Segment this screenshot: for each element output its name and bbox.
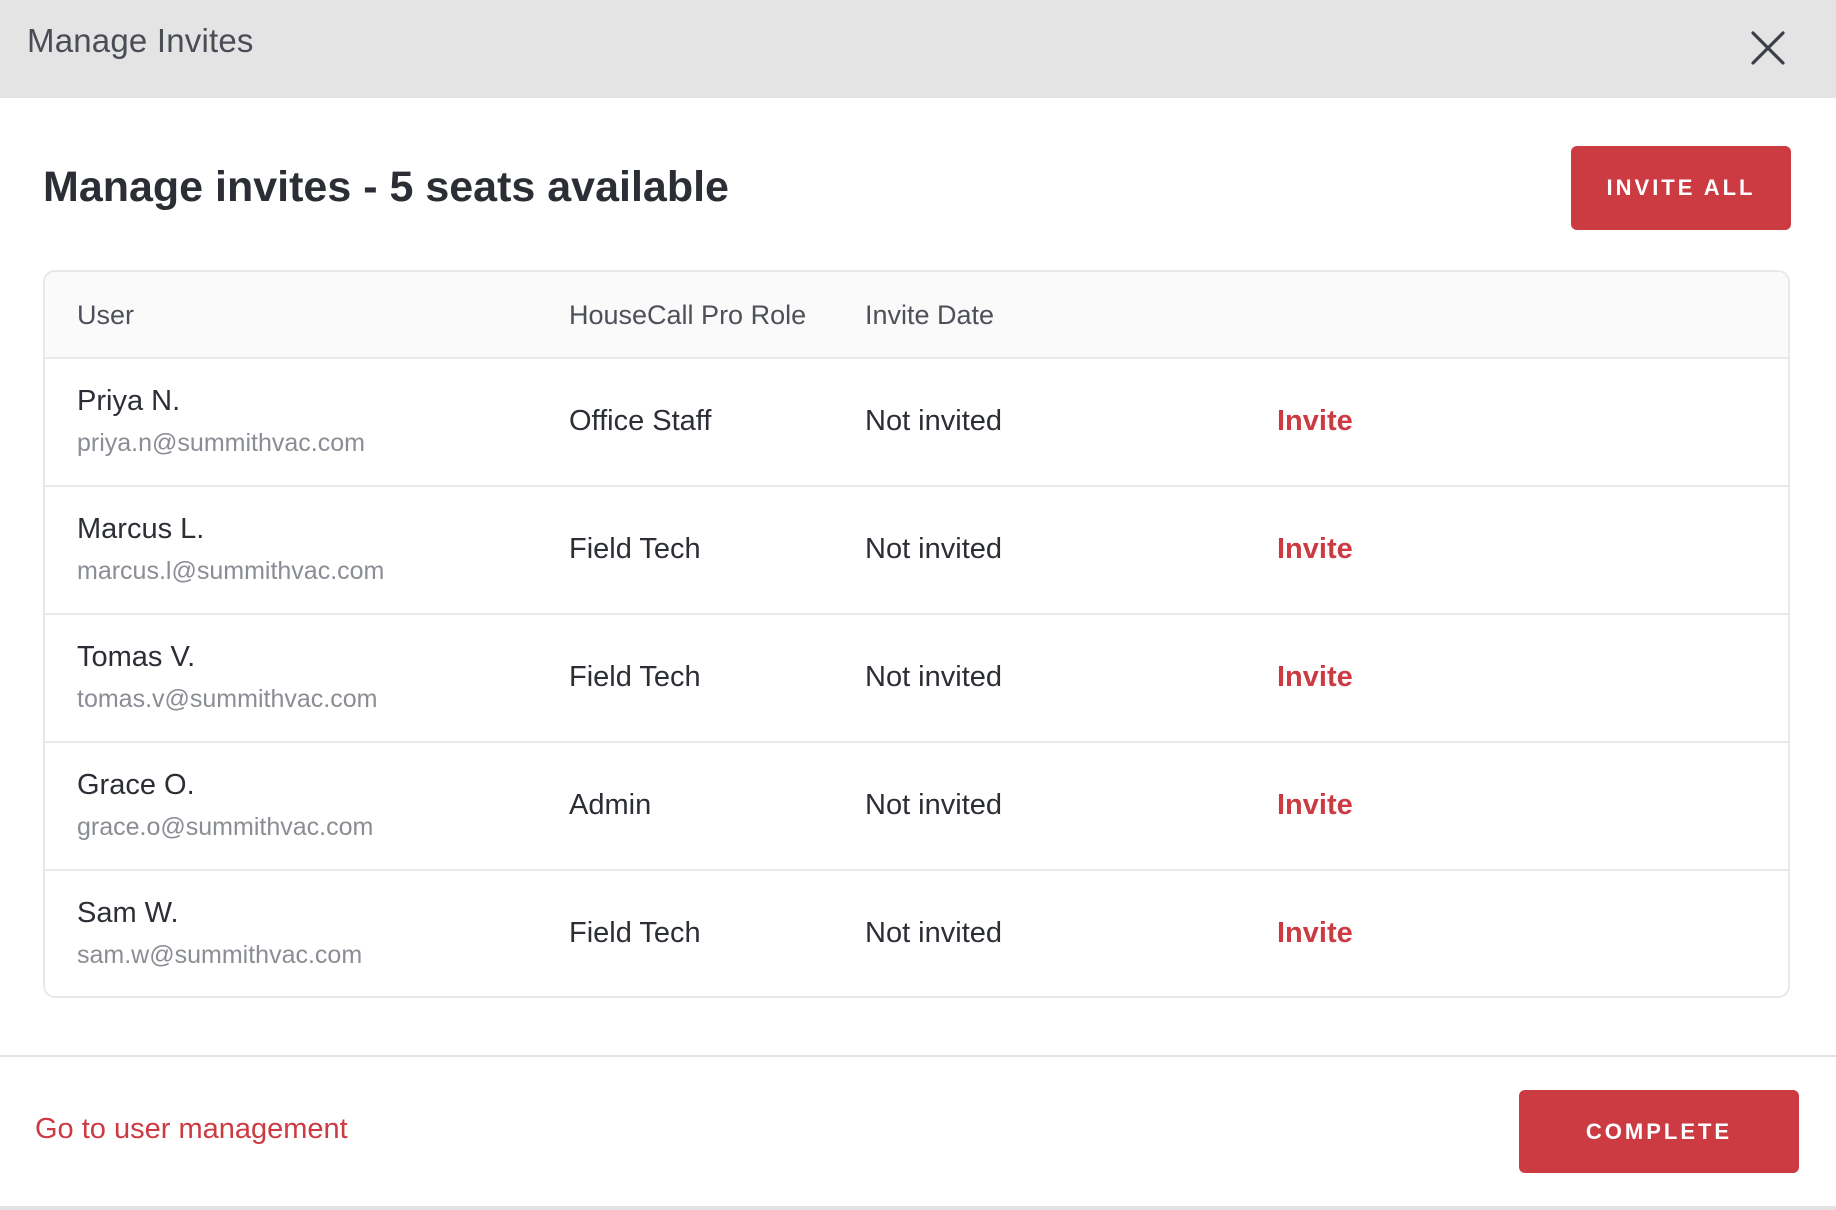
user-email: grace.o@summithvac.com	[77, 813, 374, 841]
invite-date: Not invited	[865, 789, 1003, 821]
invite-date: Not invited	[865, 661, 1003, 693]
page-title: Manage invites - 5 seats available	[43, 163, 729, 211]
footer-divider	[0, 1055, 1836, 1057]
close-icon	[1751, 31, 1785, 65]
user-name: Sam W.	[77, 897, 179, 929]
column-header-invite-date: Invite Date	[865, 300, 995, 330]
user-management-link[interactable]: Go to user management	[35, 1113, 348, 1146]
invite-date: Not invited	[865, 917, 1003, 949]
modal-title: Manage Invites	[27, 22, 254, 59]
invite-date: Not invited	[865, 405, 1003, 437]
column-header-role: HouseCall Pro Role	[569, 300, 807, 330]
invite-button[interactable]: Invite	[1277, 789, 1353, 822]
close-button[interactable]	[1748, 28, 1788, 68]
user-email: tomas.v@summithvac.com	[77, 685, 378, 713]
user-role: Office Staff	[569, 405, 712, 437]
user-name: Marcus L.	[77, 513, 205, 545]
user-name: Grace O.	[77, 769, 195, 801]
table-header: User HouseCall Pro Role Invite Date	[45, 272, 1788, 359]
invite-date: Not invited	[865, 533, 1003, 565]
user-email: sam.w@summithvac.com	[77, 941, 363, 969]
user-name: Priya N.	[77, 385, 181, 417]
manage-invites-modal: Manage Invites Manage invites - 5 seats …	[0, 0, 1836, 1210]
table-row: Priya N. priya.n@summithvac.com Office S…	[45, 359, 1788, 487]
user-email: marcus.l@summithvac.com	[77, 557, 385, 585]
invite-all-button[interactable]: INVITE ALL	[1571, 146, 1791, 230]
modal-header: Manage Invites	[0, 0, 1836, 98]
table-row: Grace O. grace.o@summithvac.com Admin No…	[45, 743, 1788, 871]
user-role: Admin	[569, 789, 652, 821]
user-role: Field Tech	[569, 533, 701, 565]
user-role: Field Tech	[569, 917, 701, 949]
invite-button[interactable]: Invite	[1277, 405, 1353, 438]
complete-button[interactable]: COMPLETE	[1519, 1090, 1799, 1173]
user-role: Field Tech	[569, 661, 701, 693]
table-row: Tomas V. tomas.v@summithvac.com Field Te…	[45, 615, 1788, 743]
invite-button[interactable]: Invite	[1277, 533, 1353, 566]
invite-button[interactable]: Invite	[1277, 917, 1353, 950]
invites-table: User HouseCall Pro Role Invite Date Priy…	[43, 270, 1790, 998]
column-header-user: User	[77, 300, 135, 330]
user-name: Tomas V.	[77, 641, 196, 673]
invite-button[interactable]: Invite	[1277, 661, 1353, 694]
user-email: priya.n@summithvac.com	[77, 429, 365, 457]
table-row: Sam W. sam.w@summithvac.com Field Tech N…	[45, 871, 1788, 996]
table-row: Marcus L. marcus.l@summithvac.com Field …	[45, 487, 1788, 615]
